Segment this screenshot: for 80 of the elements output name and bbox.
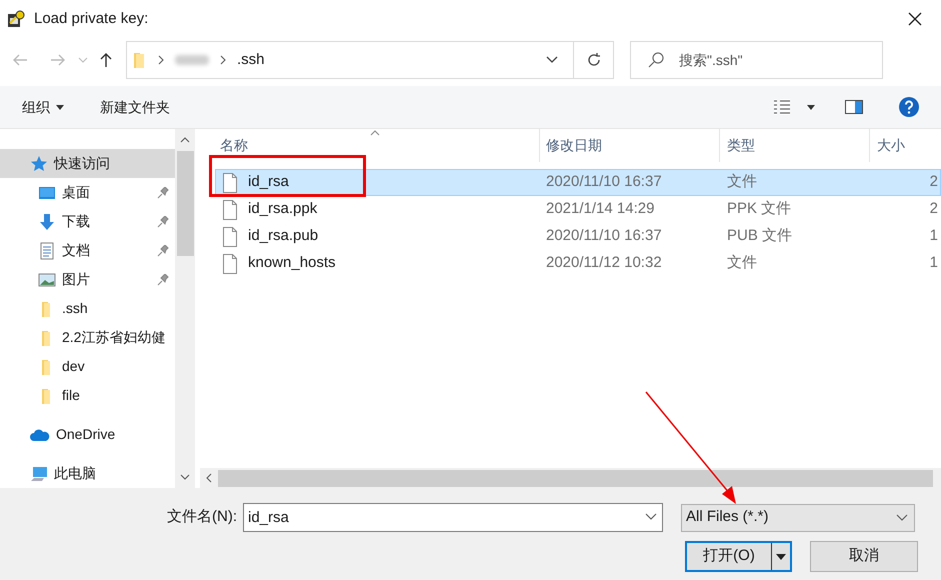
file-icon xyxy=(222,254,238,274)
file-name: known_hosts xyxy=(248,253,336,274)
search-icon xyxy=(648,52,664,68)
scrollbar-thumb[interactable] xyxy=(176,151,194,256)
caret-down-icon xyxy=(56,104,64,110)
file-name: id_rsa xyxy=(248,172,289,192)
file-type: PPK 文件 xyxy=(726,199,792,220)
column-header[interactable]: 修改日期 xyxy=(540,129,720,162)
file-type-dropdown[interactable]: All Files (*.*) xyxy=(681,504,915,532)
horizontal-scrollbar[interactable] xyxy=(200,468,941,488)
file-row[interactable]: id_rsa 2020/11/10 16:37 文件 2 xyxy=(215,169,941,196)
file-size: 1 xyxy=(928,253,939,274)
column-header[interactable]: 名称 xyxy=(200,129,540,162)
modified-date: 2020/11/12 10:32 xyxy=(545,253,663,274)
sidebar-item[interactable]: 快速访问 xyxy=(0,149,175,178)
file-icon xyxy=(222,200,238,220)
new-folder-button[interactable]: 新建文件夹 xyxy=(100,96,170,118)
file-type: 文件 xyxy=(726,253,758,274)
modified-date: 2020/11/10 16:37 xyxy=(545,226,663,246)
sidebar-item[interactable]: 下载 xyxy=(0,207,175,236)
filename-label: 文件名(N): xyxy=(167,507,237,528)
sidebar-item[interactable]: .ssh xyxy=(0,294,175,323)
column-header[interactable]: 类型 xyxy=(720,129,870,162)
document-icon xyxy=(38,242,56,260)
close-icon xyxy=(908,12,922,26)
view-list-icon[interactable] xyxy=(773,100,791,114)
down-arrow-icon xyxy=(38,212,56,230)
chevron-down-icon[interactable] xyxy=(645,513,657,521)
sidebar-item[interactable]: 2.2江苏省妇幼健 xyxy=(0,323,175,352)
up-arrow-icon[interactable] xyxy=(98,52,114,68)
modified-date: 2020/11/10 16:37 xyxy=(545,172,663,192)
search-field[interactable]: 搜索".ssh" xyxy=(630,41,883,79)
file-type: PUB 文件 xyxy=(726,226,794,246)
computer-icon xyxy=(30,464,48,482)
cloud-icon xyxy=(30,428,50,442)
star-icon xyxy=(30,154,48,172)
filename-field[interactable]: id_rsa xyxy=(243,503,663,532)
blurred-path-segment xyxy=(175,55,209,65)
sidebar-item[interactable]: 图片 xyxy=(0,265,175,294)
picture-icon xyxy=(38,270,56,288)
sidebar-item[interactable]: file xyxy=(0,381,175,410)
chevron-right-icon xyxy=(157,55,165,65)
file-name: id_rsa.pub xyxy=(248,226,318,246)
organize-button[interactable]: 组织 xyxy=(22,96,64,118)
address-bar[interactable]: .ssh xyxy=(126,41,614,79)
breadcrumb[interactable]: .ssh xyxy=(237,48,265,72)
window-title: Load private key: xyxy=(34,8,150,29)
refresh-icon[interactable] xyxy=(586,52,602,68)
caret-down-icon[interactable] xyxy=(807,104,815,110)
chevron-right-icon xyxy=(219,55,227,65)
folder-icon xyxy=(133,51,147,69)
file-name: id_rsa.ppk xyxy=(248,199,318,220)
column-header[interactable]: 大小 xyxy=(870,129,941,162)
vertical-scrollbar[interactable] xyxy=(175,129,195,488)
file-icon xyxy=(222,172,238,192)
sidebar-item[interactable]: 文档 xyxy=(0,236,175,265)
scrollbar-thumb[interactable] xyxy=(218,470,933,486)
caret-down-icon xyxy=(776,554,786,560)
key-icon xyxy=(6,9,26,29)
modified-date: 2021/1/14 14:29 xyxy=(545,199,656,220)
chevron-down-icon[interactable] xyxy=(545,55,559,65)
scroll-up-icon[interactable] xyxy=(180,137,190,143)
scroll-left-icon[interactable] xyxy=(206,473,212,483)
sidebar-item[interactable]: dev xyxy=(0,352,175,381)
scroll-down-icon[interactable] xyxy=(180,474,190,480)
file-icon xyxy=(222,226,238,246)
file-size: 1 xyxy=(928,226,939,246)
sidebar-item[interactable]: 桌面 xyxy=(0,178,175,207)
chevron-down-icon xyxy=(896,514,908,522)
help-icon[interactable] xyxy=(899,97,919,117)
file-size: 2 xyxy=(928,172,939,192)
preview-pane-icon[interactable] xyxy=(845,100,863,114)
file-row[interactable]: id_rsa.ppk 2021/1/14 14:29 PPK 文件 2 xyxy=(215,196,941,223)
cancel-button[interactable]: 取消 xyxy=(810,541,918,572)
file-row[interactable]: known_hosts 2020/11/12 10:32 文件 1 xyxy=(215,250,941,277)
sidebar-item[interactable]: 此电脑 xyxy=(0,459,175,488)
file-row[interactable]: id_rsa.pub 2020/11/10 16:37 PUB 文件 1 xyxy=(215,223,941,250)
sidebar-item[interactable]: OneDrive xyxy=(0,420,175,449)
file-size: 2 xyxy=(928,199,939,220)
file-type: 文件 xyxy=(726,172,758,192)
